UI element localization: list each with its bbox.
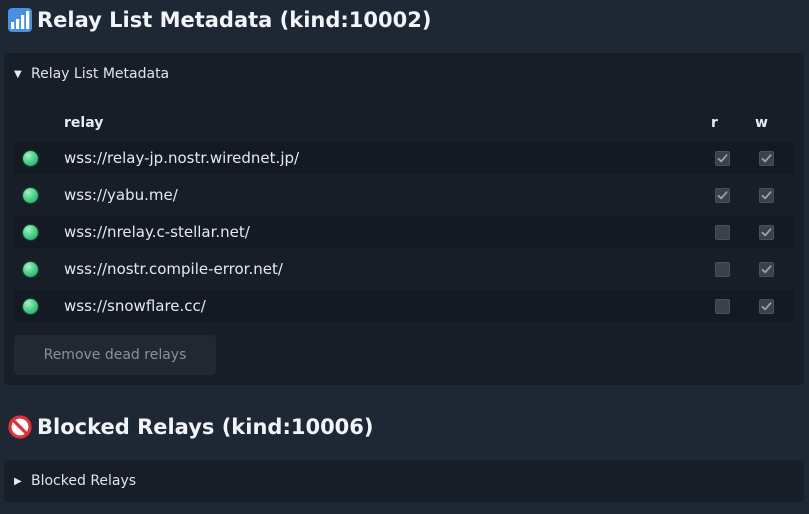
relay-url: wss://relay-jp.nostr.wirednet.jp/: [64, 149, 300, 167]
checkmark-icon: [761, 302, 772, 311]
status-online-icon: [23, 262, 38, 277]
read-checkbox[interactable]: [715, 188, 730, 203]
collapsed-triangle-icon: ▶: [14, 475, 22, 487]
write-checkbox[interactable]: [759, 299, 774, 314]
write-checkbox[interactable]: [759, 151, 774, 166]
relay-list-panel: ▼ Relay List Metadata relay r w wss://re…: [4, 53, 804, 385]
status-online-icon: [23, 188, 38, 203]
relay-list-summary-label: Relay List Metadata: [31, 66, 170, 82]
checkmark-icon: [717, 191, 728, 200]
checkmark-icon: [761, 228, 772, 237]
blocked-relays-summary[interactable]: ▶ Blocked Relays: [4, 460, 804, 502]
relay-row: wss://snowflare.cc/: [14, 290, 794, 322]
relay-row: wss://nrelay.c-stellar.net/: [14, 216, 794, 248]
relay-list-title: Relay List Metadata (kind:10002): [37, 8, 432, 32]
relay-url: wss://yabu.me/: [64, 186, 178, 204]
bar-chart-icon: [8, 8, 32, 32]
status-online-icon: [23, 225, 38, 240]
checkmark-icon: [761, 154, 772, 163]
relay-row: wss://yabu.me/: [14, 179, 794, 211]
remove-dead-relays-button[interactable]: Remove dead relays: [14, 335, 216, 375]
expanded-triangle-icon: ▼: [14, 68, 22, 80]
relay-column-header: relay: [64, 115, 104, 131]
relay-row: wss://nostr.compile-error.net/: [14, 253, 794, 285]
relay-row: wss://relay-jp.nostr.wirednet.jp/: [14, 142, 794, 174]
read-column-header: r: [711, 115, 718, 131]
status-online-icon: [23, 299, 38, 314]
prohibited-icon: [8, 415, 32, 439]
blocked-relays-panel: ▶ Blocked Relays: [4, 460, 804, 502]
write-checkbox[interactable]: [759, 225, 774, 240]
read-checkbox[interactable]: [715, 151, 730, 166]
blocked-relays-heading: Blocked Relays (kind:10006): [8, 415, 374, 439]
checkmark-icon: [761, 265, 772, 274]
read-checkbox[interactable]: [715, 262, 730, 277]
checkmark-icon: [761, 191, 772, 200]
write-checkbox[interactable]: [759, 262, 774, 277]
relay-list-heading: Relay List Metadata (kind:10002): [8, 8, 431, 32]
blocked-relays-title: Blocked Relays (kind:10006): [37, 415, 374, 439]
blocked-relays-summary-label: Blocked Relays: [31, 473, 137, 489]
write-column-header: w: [755, 115, 768, 131]
relay-table-header: relay r w: [4, 115, 804, 135]
relay-url: wss://nrelay.c-stellar.net/: [64, 223, 250, 241]
read-checkbox[interactable]: [715, 225, 730, 240]
relay-list-summary[interactable]: ▼ Relay List Metadata: [4, 53, 804, 95]
read-checkbox[interactable]: [715, 299, 730, 314]
write-checkbox[interactable]: [759, 188, 774, 203]
relay-url: wss://snowflare.cc/: [64, 297, 206, 315]
checkmark-icon: [717, 154, 728, 163]
status-online-icon: [23, 151, 38, 166]
relay-url: wss://nostr.compile-error.net/: [64, 260, 283, 278]
